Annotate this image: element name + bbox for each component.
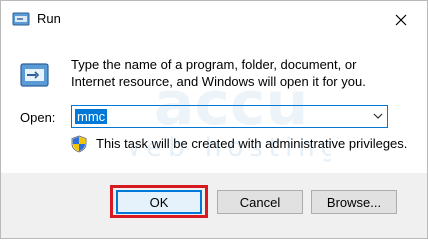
dialog-content: Type the name of a program, folder, docu… <box>1 38 427 173</box>
open-input[interactable]: mmc <box>71 105 388 128</box>
browse-button[interactable]: Browse... <box>311 190 397 214</box>
uac-shield-icon <box>71 135 87 153</box>
run-dialog: Run Type the name of a program, folder, … <box>0 0 428 239</box>
open-input-value[interactable]: mmc <box>75 109 108 124</box>
title-bar: Run <box>1 1 427 38</box>
open-label: Open: <box>20 110 56 125</box>
button-bar: OK Cancel Browse... <box>1 173 427 238</box>
run-app-icon <box>12 12 30 26</box>
chevron-down-icon[interactable] <box>373 113 383 120</box>
window-title: Run <box>37 11 61 26</box>
cancel-button[interactable]: Cancel <box>217 190 303 214</box>
run-dialog-icon <box>20 63 49 87</box>
dialog-description: Type the name of a program, folder, docu… <box>71 57 366 89</box>
ok-button[interactable]: OK <box>116 190 202 214</box>
close-icon[interactable] <box>390 9 412 31</box>
admin-notice: This task will be created with administr… <box>96 136 408 151</box>
